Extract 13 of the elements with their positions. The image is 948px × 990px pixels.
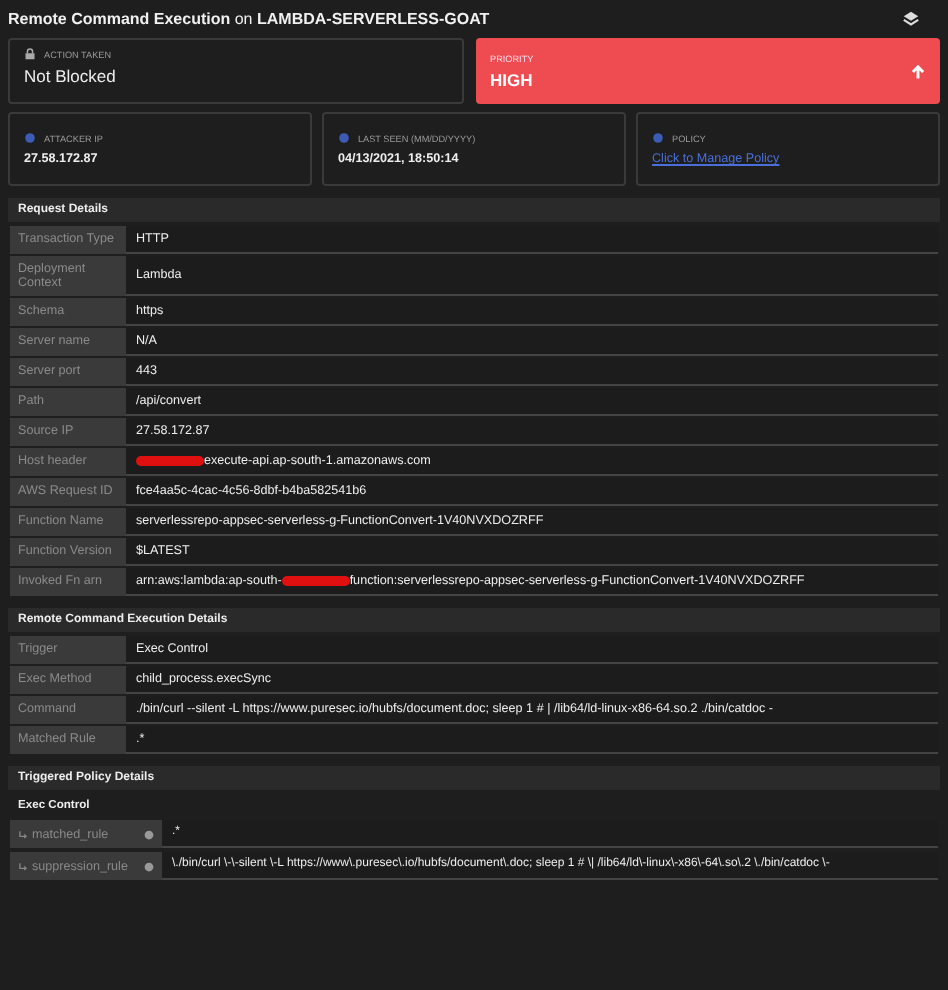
arrow-up-icon — [910, 63, 926, 79]
info-icon — [652, 132, 664, 144]
layers-icon[interactable] — [902, 9, 920, 27]
lock-icon — [24, 48, 36, 60]
card-value: HIGH — [490, 69, 534, 89]
return-arrow-icon — [18, 861, 28, 871]
return-arrow-icon — [18, 829, 28, 839]
info-icon[interactable] — [144, 861, 154, 871]
alert-title: Remote Command Execution on LAMBDA-SERVERLESS-GOAT — [8, 9, 490, 27]
card-value: Not Blocked — [24, 66, 118, 86]
info-icon[interactable] — [144, 829, 154, 839]
info-icon — [24, 132, 36, 144]
info-icon — [338, 132, 350, 144]
